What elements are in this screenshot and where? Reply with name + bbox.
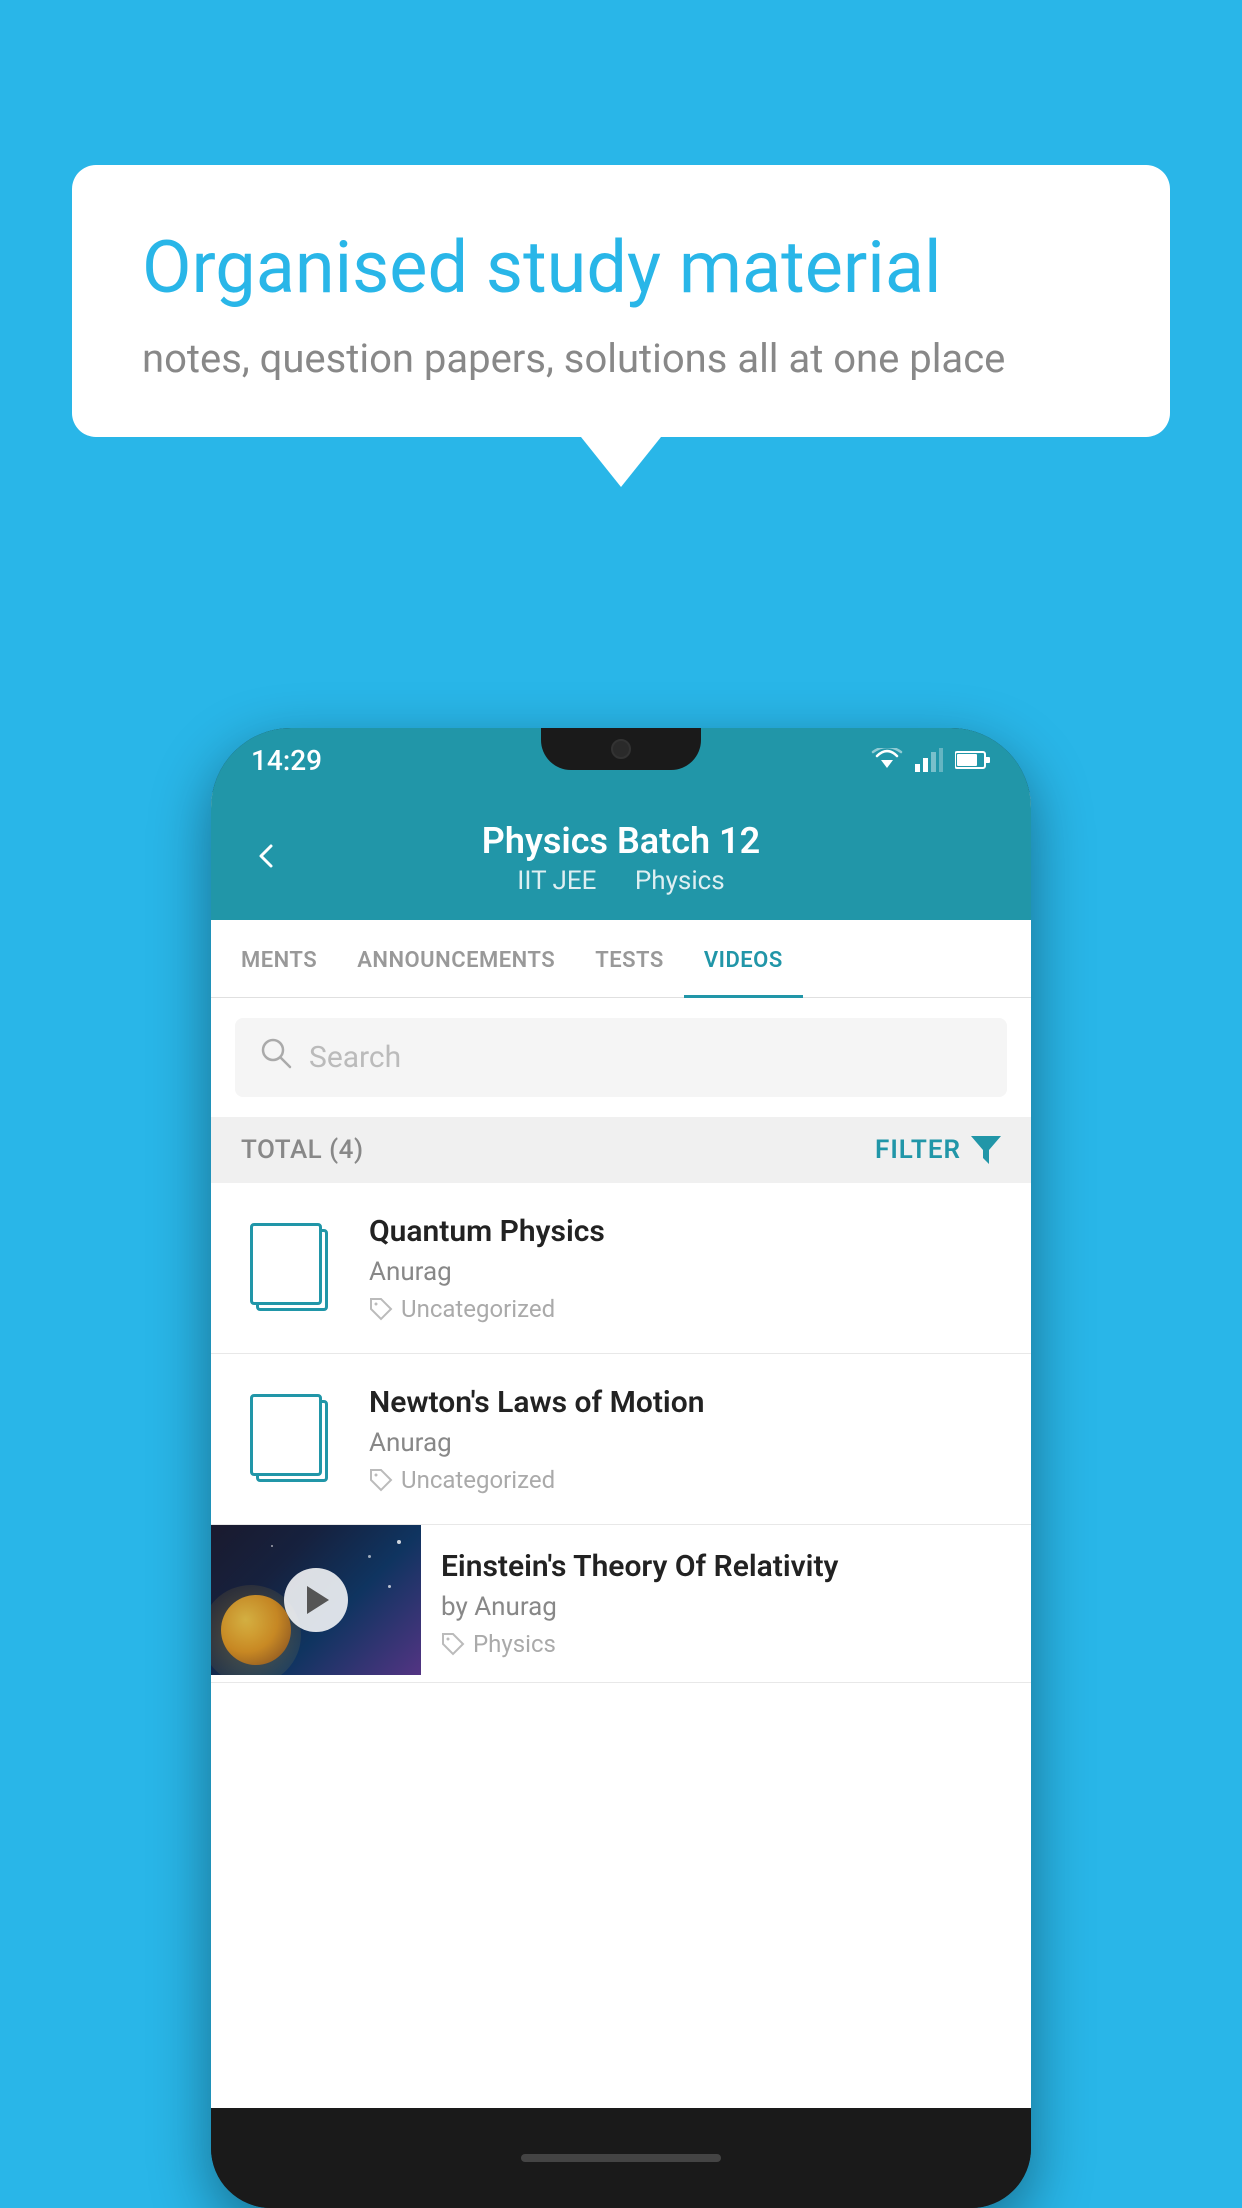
list-item[interactable]: Quantum Physics Anurag Uncategorized	[211, 1183, 1031, 1354]
back-button[interactable]	[251, 835, 283, 882]
header-subtitle-iitjee: IIT JEE	[517, 866, 596, 896]
file-icon-front	[250, 1223, 322, 1305]
item-author: Anurag	[369, 1257, 1007, 1287]
header-title: Physics Batch 12	[313, 820, 929, 862]
search-bar-container: Search	[211, 998, 1031, 1117]
filter-button[interactable]: FILTER	[875, 1135, 1001, 1165]
star	[388, 1585, 391, 1588]
item-icon-wrapper	[235, 1384, 345, 1494]
item-tag-label: Uncategorized	[401, 1295, 555, 1323]
app-header: Physics Batch 12 IIT JEE Physics	[211, 792, 1031, 920]
thumb-planet	[221, 1595, 291, 1665]
list-item[interactable]: Einstein's Theory Of Relativity by Anura…	[211, 1525, 1031, 1683]
header-title-group: Physics Batch 12 IIT JEE Physics	[313, 820, 929, 896]
status-bar: 14:29	[211, 728, 1031, 792]
item-tag: Uncategorized	[369, 1466, 1007, 1494]
item-info: Newton's Laws of Motion Anurag Uncategor…	[369, 1385, 1007, 1494]
item-title: Einstein's Theory Of Relativity	[441, 1549, 1007, 1584]
home-indicator	[521, 2154, 721, 2162]
item-tag: Physics	[441, 1630, 1007, 1658]
search-placeholder: Search	[309, 1040, 401, 1075]
total-count-label: TOTAL (4)	[241, 1135, 364, 1165]
search-bar[interactable]: Search	[235, 1018, 1007, 1097]
star	[271, 1545, 273, 1547]
item-title: Newton's Laws of Motion	[369, 1385, 1007, 1420]
item-tag-label: Physics	[473, 1630, 556, 1658]
status-time: 14:29	[251, 744, 322, 777]
item-info: Quantum Physics Anurag Uncategorized	[369, 1214, 1007, 1323]
filter-bar: TOTAL (4) FILTER	[211, 1117, 1031, 1183]
item-tag-label: Uncategorized	[401, 1466, 555, 1494]
filter-label: FILTER	[875, 1135, 961, 1165]
tag-icon	[369, 1468, 393, 1492]
play-triangle-icon	[307, 1586, 329, 1614]
tab-ments[interactable]: MENTS	[221, 920, 337, 997]
item-title: Quantum Physics	[369, 1214, 1007, 1249]
speech-bubble-tail	[581, 437, 661, 487]
tabs-bar: MENTS ANNOUNCEMENTS TESTS VIDEOS	[211, 920, 1031, 998]
item-info: Einstein's Theory Of Relativity by Anura…	[421, 1525, 1031, 1682]
file-icon-front	[250, 1394, 322, 1476]
tag-icon	[369, 1297, 393, 1321]
speech-bubble-section: Organised study material notes, question…	[72, 165, 1170, 487]
header-subtitle: IIT JEE Physics	[313, 866, 929, 896]
phone-frame: 14:29	[211, 728, 1031, 2208]
wifi-icon	[871, 748, 903, 772]
phone-notch	[541, 728, 701, 770]
tag-icon	[441, 1632, 465, 1656]
phone-bottom	[211, 2108, 1031, 2208]
tab-tests[interactable]: TESTS	[575, 920, 684, 997]
speech-bubble-title: Organised study material	[142, 225, 1100, 311]
phone-screen: Physics Batch 12 IIT JEE Physics MENTS A…	[211, 792, 1031, 2108]
list-item[interactable]: Newton's Laws of Motion Anurag Uncategor…	[211, 1354, 1031, 1525]
search-icon	[259, 1036, 293, 1079]
video-list: Quantum Physics Anurag Uncategorized	[211, 1183, 1031, 1683]
status-icons	[871, 748, 991, 772]
speech-bubble-subtitle: notes, question papers, solutions all at…	[142, 335, 1100, 382]
tab-announcements[interactable]: ANNOUNCEMENTS	[337, 920, 575, 997]
item-tag: Uncategorized	[369, 1295, 1007, 1323]
header-subtitle-physics: Physics	[635, 866, 725, 896]
camera-dot	[611, 739, 631, 759]
star	[397, 1540, 401, 1544]
speech-bubble: Organised study material notes, question…	[72, 165, 1170, 437]
battery-icon	[955, 748, 991, 772]
star	[368, 1555, 371, 1558]
video-thumbnail	[211, 1525, 421, 1675]
item-author: Anurag	[369, 1428, 1007, 1458]
signal-icon	[915, 748, 943, 772]
filter-icon	[971, 1136, 1001, 1164]
item-author: by Anurag	[441, 1592, 1007, 1622]
tab-videos[interactable]: VIDEOS	[684, 920, 803, 998]
item-icon-wrapper	[235, 1213, 345, 1323]
play-button[interactable]	[284, 1568, 348, 1632]
